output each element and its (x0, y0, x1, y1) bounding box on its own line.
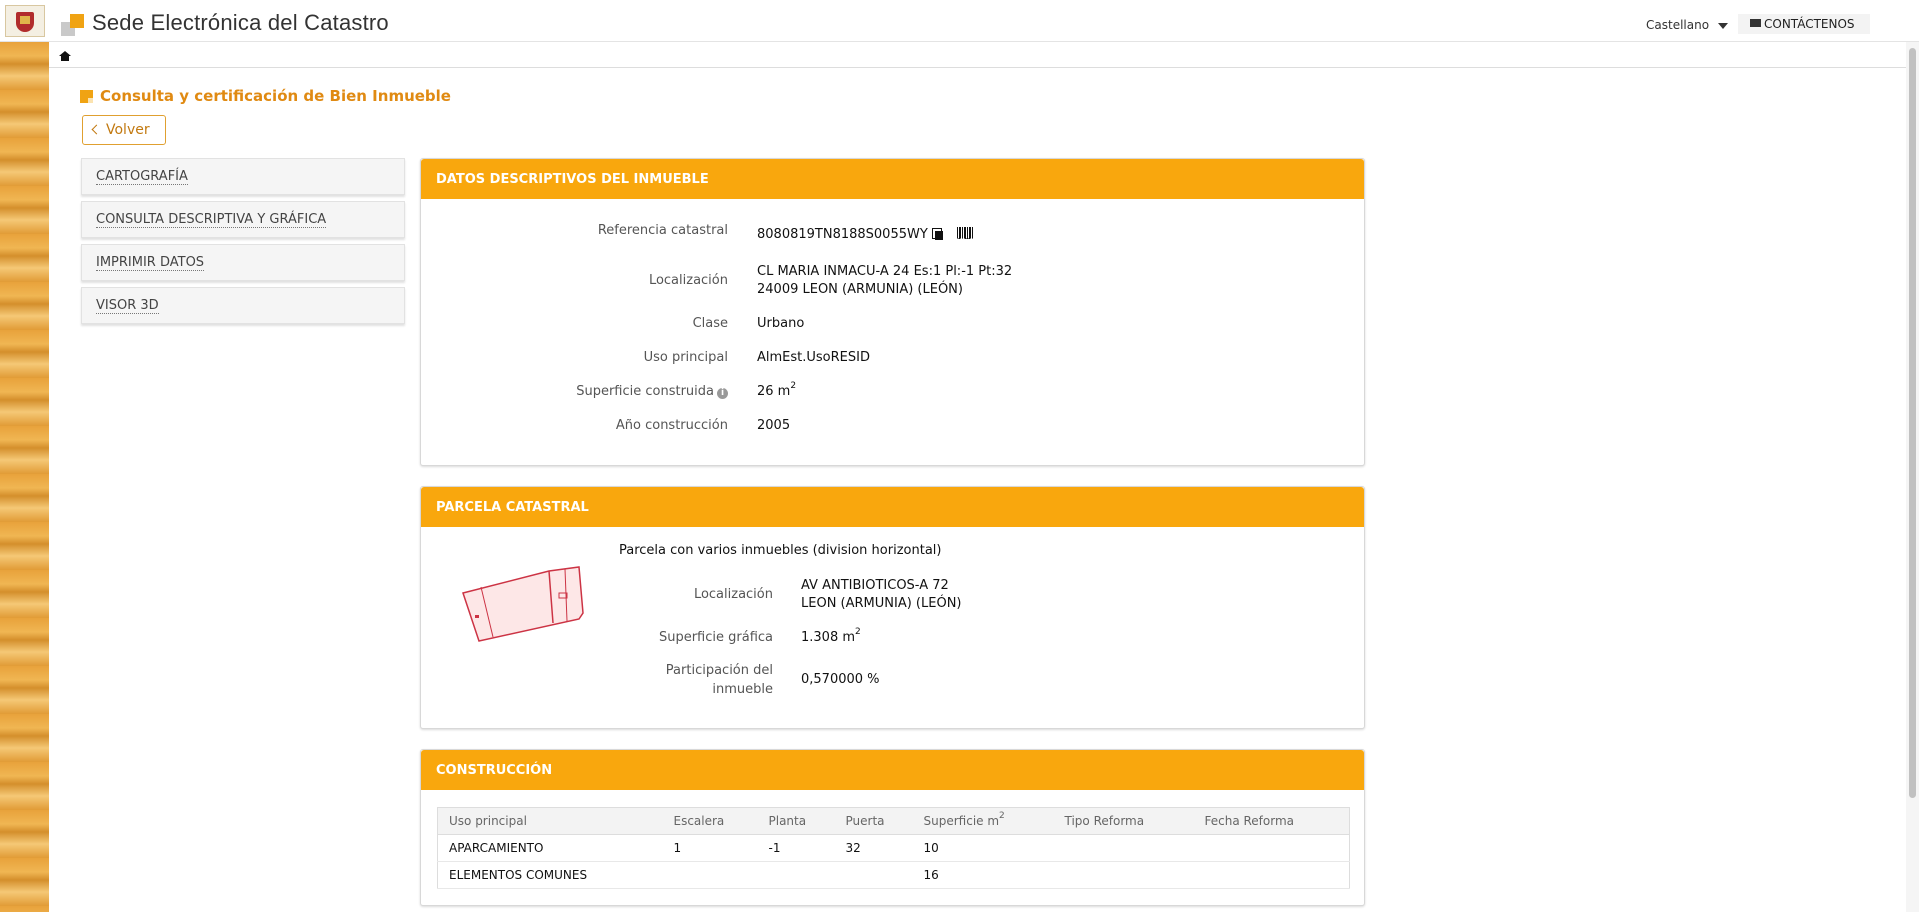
menu-item-label: CONSULTA DESCRIPTIVA Y GRÁFICA (96, 212, 327, 228)
table-cell (1193, 861, 1350, 889)
graphic-area-value-row: 1.308 m2 (801, 627, 861, 645)
page-title: Consulta y certificación de Bien Inmuebl… (100, 87, 451, 105)
menu-item-imprimir-datos[interactable]: IMPRIMIR DATOS (81, 244, 405, 281)
built-area-label: Superficie construida (576, 384, 714, 399)
table-header-row: Uso principal Escalera Planta Puerta Sup… (437, 807, 1350, 835)
built-area-label-row: Superficie construida i (421, 384, 728, 399)
chevron-left-icon (91, 124, 102, 135)
column-header: Fecha Reforma (1193, 807, 1350, 835)
chevron-down-icon[interactable] (1718, 23, 1728, 29)
location-line-2: 24009 LEON (ARMUNIA) (LEÓN) (757, 282, 963, 297)
scrollbar[interactable] (1906, 42, 1919, 912)
column-header: Puerta (834, 807, 913, 835)
site-title[interactable]: Sede Electrónica del Catastro (92, 10, 389, 36)
ref-value-row: 8080819TN8188S0055WY (757, 226, 973, 242)
scroll-thumb[interactable] (1909, 48, 1916, 798)
column-header: Tipo Reforma (1053, 807, 1194, 835)
panel-title: CONSTRUCCIÓN (421, 750, 1364, 790)
back-label: Volver (106, 122, 150, 138)
table-cell (1053, 861, 1194, 889)
parcel-location-label: Localización (693, 587, 773, 602)
column-header-surface: Superficie m2 (912, 807, 1054, 835)
unit-exponent: 2 (790, 381, 797, 391)
envelope-icon (1750, 19, 1761, 27)
table-cell: ELEMENTOS COMUNES (437, 861, 663, 889)
ref-label: Referencia catastral (597, 223, 728, 238)
table-cell: 16 (912, 861, 1054, 889)
table-cell: 1 (662, 834, 758, 862)
table-cell (1193, 834, 1350, 862)
menu-item-cartografia[interactable]: CARTOGRAFÍA (81, 158, 405, 195)
graphic-area-value: 1.308 m (801, 630, 856, 645)
contact-label: CONTÁCTENOS (1764, 17, 1855, 31)
table-row: ELEMENTOS COMUNES 16 (437, 861, 1350, 889)
built-area-value: 26 m (757, 384, 791, 399)
breadcrumb (49, 42, 1913, 68)
contact-button[interactable]: CONTÁCTENOS (1738, 14, 1870, 34)
participation-label-1: Participación del (665, 663, 773, 678)
participation-value: 0,570000 % (801, 672, 880, 687)
construction-table: Uso principal Escalera Planta Puerta Sup… (437, 807, 1350, 889)
panel-title: DATOS DESCRIPTIVOS DEL INMUEBLE (421, 159, 1364, 199)
column-header: Planta (757, 807, 835, 835)
coat-of-arms-logo (5, 5, 45, 37)
column-header: Escalera (662, 807, 758, 835)
descriptive-data-panel: DATOS DESCRIPTIVOS DEL INMUEBLE Referenc… (420, 158, 1365, 466)
table-cell (1053, 834, 1194, 862)
table-cell: APARCAMIENTO (437, 834, 663, 862)
column-header-label: Superficie m (923, 814, 1000, 828)
parcel-panel: PARCELA CATASTRAL Parcela con varios inm… (420, 486, 1365, 729)
decorative-side-image (0, 42, 49, 912)
barcode-icon[interactable] (956, 227, 973, 239)
class-value: Urbano (757, 316, 805, 331)
parcel-location-line-1: AV ANTIBIOTICOS-A 72 (801, 578, 949, 593)
table-cell (662, 861, 758, 889)
parcel-description: Parcela con varios inmuebles (division h… (619, 543, 942, 558)
table-cell (834, 861, 913, 889)
menu-item-label: VISOR 3D (96, 298, 159, 314)
table-cell: 32 (834, 834, 913, 862)
language-selector[interactable]: Castellano (1646, 18, 1709, 32)
panel-title: PARCELA CATASTRAL (421, 487, 1364, 527)
top-header: Sede Electrónica del Catastro Castellano… (0, 0, 1919, 42)
built-area-value-row: 26 m2 (757, 381, 797, 399)
side-menu: CARTOGRAFÍA CONSULTA DESCRIPTIVA Y GRÁFI… (81, 158, 405, 330)
class-label: Clase (692, 316, 728, 331)
ref-value: 8080819TN8188S0055WY (757, 227, 928, 242)
main-use-value: AlmEst.UsoRESID (757, 350, 870, 365)
table-row: APARCAMIENTO 1 -1 32 10 (437, 834, 1350, 862)
table-cell: 10 (912, 834, 1054, 862)
table-cell: -1 (757, 834, 835, 862)
home-icon[interactable] (59, 51, 71, 61)
info-icon[interactable]: i (717, 388, 728, 399)
menu-item-consulta-descriptiva[interactable]: CONSULTA DESCRIPTIVA Y GRÁFICA (81, 201, 405, 238)
parcel-location-line-2: LEON (ARMUNIA) (LEÓN) (801, 596, 962, 611)
year-label: Año construcción (615, 418, 728, 433)
location-label: Localización (648, 273, 728, 288)
copy-icon[interactable] (931, 228, 943, 240)
year-value: 2005 (757, 418, 791, 433)
table-cell (757, 861, 835, 889)
document-icon (80, 90, 93, 103)
menu-item-label: IMPRIMIR DATOS (96, 255, 205, 271)
participation-label-2: inmueble (712, 682, 773, 697)
graphic-area-label: Superficie gráfica (658, 630, 773, 645)
menu-item-visor-3d[interactable]: VISOR 3D (81, 287, 405, 324)
main-use-label: Uso principal (643, 350, 728, 365)
unit-exponent: 2 (999, 811, 1005, 821)
unit-exponent: 2 (855, 627, 861, 637)
construction-panel: CONSTRUCCIÓN Uso principal Escalera Plan… (420, 749, 1365, 906)
column-header: Uso principal (437, 807, 663, 835)
location-line-1: CL MARIA INMACU-A 24 Es:1 Pl:-1 Pt:32 (757, 264, 1013, 279)
back-button[interactable]: Volver (82, 115, 166, 145)
menu-item-label: CARTOGRAFÍA (96, 169, 188, 185)
catastro-logo-icon[interactable] (61, 12, 87, 38)
